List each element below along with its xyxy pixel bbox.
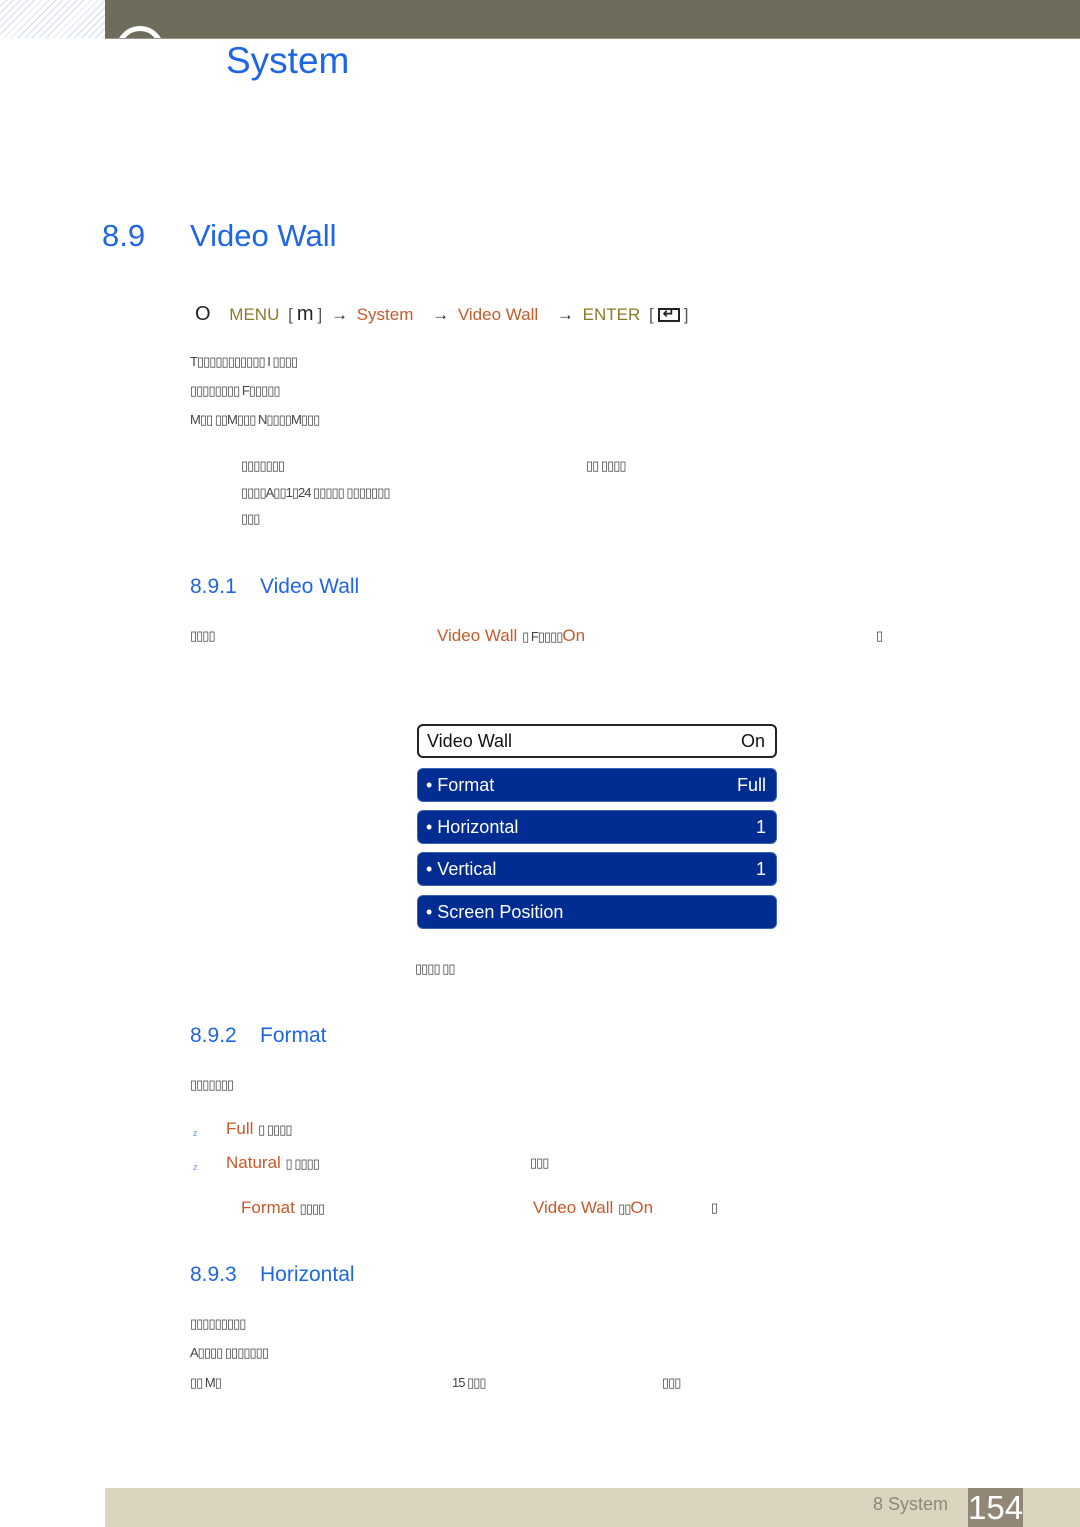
menu-step-video-wall: Video Wall <box>457 305 539 324</box>
enter-label: ENTER <box>582 305 641 324</box>
subsection-title: Format <box>260 1024 327 1047</box>
option-full: Full ▯ ▯▯▯▯ <box>226 1119 293 1139</box>
osd-video-wall-row[interactable]: Video Wall On <box>417 724 777 758</box>
subsection-number: 8.9.2 <box>190 1024 237 1047</box>
osd-screen-position-row[interactable]: • Screen Position <box>417 895 777 929</box>
desc-text: ▯ <box>876 628 883 643</box>
desc-line: Video Wall ▯ F▯▯▯▯On <box>437 626 585 646</box>
option-text: ▯▯▯ <box>530 1155 549 1170</box>
menu-label: MENU <box>229 305 280 324</box>
enter-icon <box>657 305 680 322</box>
bracket-close: ] <box>317 305 323 324</box>
osd-label: • Screen Position <box>426 901 564 922</box>
osd-vertical-row[interactable]: • Vertical 1 <box>417 852 777 886</box>
option-text: ▯ ▯▯▯▯ <box>285 1156 320 1171</box>
osd-label: Video Wall <box>427 730 513 751</box>
osd-value: Full <box>736 774 766 795</box>
bracket-close: ] <box>683 305 689 324</box>
desc-text: ▯▯ M▯ <box>190 1375 222 1390</box>
format-note-cont: Video Wall ▯▯On <box>533 1198 653 1218</box>
chapter-title: System <box>226 40 350 81</box>
osd-label: • Vertical <box>426 858 497 879</box>
option-natural: Natural ▯ ▯▯▯▯ <box>226 1153 320 1173</box>
osd-value: On <box>740 730 765 751</box>
arrow: → <box>330 305 348 324</box>
bullet-icon: z <box>193 1128 198 1138</box>
menu-path: O MENU [m] → System → Video Wall → ENTER… <box>195 303 692 326</box>
note-line: ▯▯▯▯A▯▯1▯24 ▯▯▯▯▯ ▯▯▯▯▯▯▯ <box>241 485 391 500</box>
video-wall-link: Video Wall <box>437 626 518 645</box>
on-value: On <box>562 626 586 645</box>
desc-text: ▯▯▯▯▯▯▯ <box>190 1077 234 1092</box>
note-text: ▯ <box>711 1200 718 1215</box>
video-wall-link: Video Wall <box>533 1198 614 1217</box>
on-value: On <box>630 1198 654 1217</box>
note-line: ▯▯ ▯▯▯▯ <box>586 458 627 473</box>
note-text: ▯▯ <box>618 1201 631 1216</box>
header-hatch-pattern <box>0 0 105 38</box>
header-bar <box>105 0 1080 39</box>
desc-text: ▯▯▯▯▯▯▯▯▯ <box>190 1316 246 1331</box>
osd-label: • Horizontal <box>426 816 519 837</box>
note-line: ▯▯▯ <box>241 511 260 526</box>
bracket-open: [ <box>649 305 654 324</box>
osd-horizontal-row[interactable]: • Horizontal 1 <box>417 810 777 844</box>
menu-key-icon: m <box>296 303 314 325</box>
chapter-circle-icon <box>116 26 164 74</box>
footer-chapter-label: 8 System <box>873 1494 949 1514</box>
subsection-title: Horizontal <box>260 1263 355 1286</box>
bracket-open: [ <box>288 305 293 324</box>
note-line: ▯▯▯▯▯▯▯ <box>241 458 285 473</box>
intro-line: ▯▯▯▯▯▯▯▯ F▯▯▯▯▯ <box>190 383 281 398</box>
osd-caption: ▯▯▯▯ ▯▯ <box>415 961 456 976</box>
desc-text: A▯▯▯▯ ▯▯▯▯▯▯▯ <box>190 1345 269 1360</box>
intro-line: M▯▯ ▯▯M▯▯▯ N▯▯▯▯M▯▯▯ <box>190 412 320 427</box>
note-text: ▯▯▯▯ <box>299 1201 326 1216</box>
option-name: Full <box>226 1119 254 1138</box>
intro-line: T▯▯▯▯▯▯▯▯▯▯▯ I ▯▯▯▯ <box>190 354 298 369</box>
subsection-title: Video Wall <box>260 575 360 598</box>
desc-text: 15 ▯▯▯ <box>452 1375 487 1390</box>
option-name: Natural <box>226 1153 281 1172</box>
osd-value: 1 <box>755 816 766 837</box>
format-note: Format ▯▯▯▯ <box>241 1198 326 1218</box>
menu-step-system: System <box>356 305 414 324</box>
page-number: 154 <box>968 1488 1024 1527</box>
format-link: Format <box>241 1198 295 1217</box>
osd-value: 1 <box>755 858 766 879</box>
desc-text: ▯▯▯ <box>662 1375 681 1390</box>
option-text: ▯ ▯▯▯▯ <box>258 1122 292 1137</box>
desc-text: ▯ F▯▯▯▯ <box>522 629 563 644</box>
subsection-number: 8.9.1 <box>190 575 237 598</box>
desc-text: ▯▯▯▯ <box>190 628 216 643</box>
bullet-icon: z <box>193 1162 198 1172</box>
arrow: → <box>432 305 450 324</box>
section-title: Video Wall <box>190 218 337 253</box>
subsection-number: 8.9.3 <box>190 1263 237 1286</box>
remote-o-icon: O <box>195 303 211 325</box>
arrow: → <box>556 305 574 324</box>
section-number: 8.9 <box>102 218 146 253</box>
osd-label: • Format <box>426 774 495 795</box>
osd-format-row[interactable]: • Format Full <box>417 768 777 802</box>
